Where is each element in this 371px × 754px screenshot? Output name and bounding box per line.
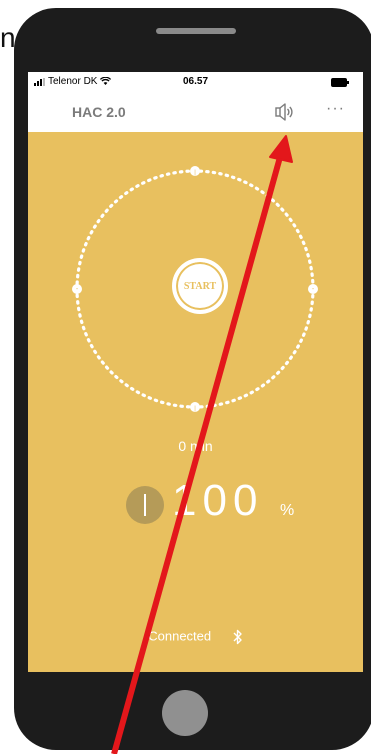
bluetooth-icon (233, 629, 242, 645)
speaker-icon[interactable] (274, 102, 294, 122)
home-button[interactable] (162, 690, 208, 736)
connection-status: Connected (28, 628, 363, 646)
level-knob[interactable] (126, 486, 164, 524)
status-time: 06.57 (182, 76, 209, 87)
app-header: HAC 2.0 ··· (28, 92, 363, 132)
level-value: 100 (172, 476, 264, 525)
phone-frame: Telenor DK 06.57 HAC 2.0 ··· | | - - STA… (14, 8, 371, 750)
app-title: HAC 2.0 (72, 104, 126, 120)
app-screen: Telenor DK 06.57 HAC 2.0 ··· | | - - STA… (28, 72, 363, 672)
connection-label: Connected (148, 628, 212, 644)
more-dots-icon[interactable]: ··· (326, 100, 345, 118)
phone-speaker (156, 28, 236, 34)
battery-icon (331, 78, 349, 87)
start-button[interactable]: START (174, 260, 226, 312)
timer-duration: 0 min (178, 438, 213, 454)
level-unit: % (280, 502, 295, 519)
status-bar: Telenor DK 06.57 (28, 72, 363, 92)
